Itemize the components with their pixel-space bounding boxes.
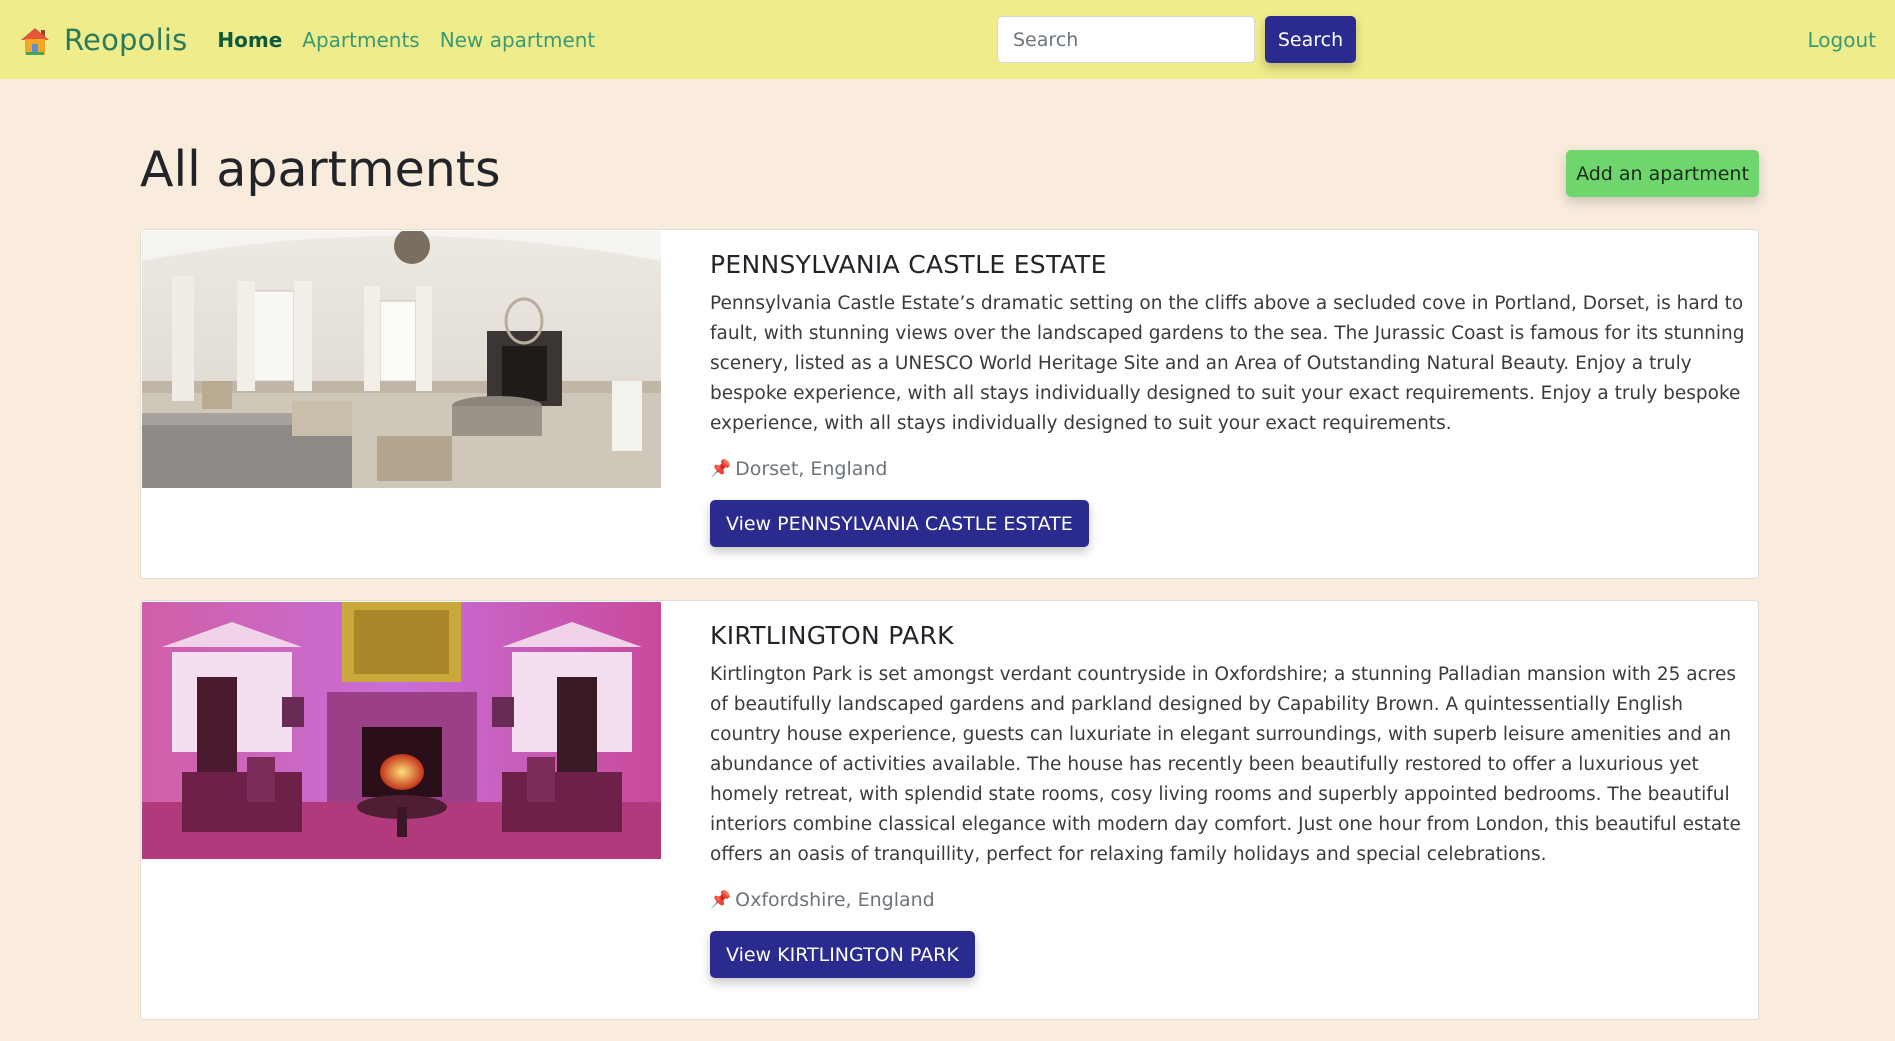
navbar: Reopolis Home Apartments New apartment S…	[0, 0, 1895, 79]
view-apartment-button[interactable]: View PENNSYLVANIA CASTLE ESTATE	[710, 500, 1089, 547]
apartment-card: PENNSYLVANIA CASTLE ESTATE Pennsylvania …	[140, 229, 1759, 579]
card-body: PENNSYLVANIA CASTLE ESTATE Pennsylvania …	[710, 250, 1745, 547]
nav-apartments[interactable]: Apartments	[302, 28, 419, 52]
apartment-card: KIRTLINGTON PARK Kirtlington Park is set…	[140, 600, 1759, 1020]
apartment-description: Kirtlington Park is set amongst verdant …	[710, 664, 1741, 865]
page-title: All apartments	[140, 141, 501, 198]
pushpin-icon: 📌	[710, 890, 732, 910]
apartment-description: Pennsylvania Castle Estate’s dramatic se…	[710, 293, 1745, 434]
location-text: Oxfordshire, England	[735, 889, 935, 911]
pushpin-icon: 📌	[710, 459, 732, 479]
apartment-title: PENNSYLVANIA CASTLE ESTATE	[710, 250, 1107, 279]
apartment-location: 📌 Oxfordshire, England	[710, 889, 1745, 911]
view-apartment-button[interactable]: View KIRTLINGTON PARK	[710, 931, 975, 978]
main-content: All apartments Add an apartment PENNSYLV…	[140, 79, 1759, 1041]
apartment-title: KIRTLINGTON PARK	[710, 621, 954, 650]
search-input[interactable]	[997, 16, 1255, 63]
card-body: KIRTLINGTON PARK Kirtlington Park is set…	[710, 621, 1745, 978]
brand-link[interactable]: Reopolis	[19, 23, 187, 57]
location-text: Dorset, England	[735, 458, 888, 480]
nav-links: Home Apartments New apartment	[217, 28, 615, 52]
apartment-image	[142, 231, 661, 488]
house-icon	[21, 27, 49, 55]
brand-name: Reopolis	[64, 22, 188, 57]
nav-new-apartment[interactable]: New apartment	[440, 28, 596, 52]
search-button[interactable]: Search	[1265, 16, 1356, 63]
apartment-image	[142, 602, 661, 859]
add-apartment-button[interactable]: Add an apartment	[1566, 150, 1759, 197]
apartment-location: 📌 Dorset, England	[710, 458, 1745, 480]
page-header: All apartments Add an apartment	[140, 79, 1759, 229]
logout-link[interactable]: Logout	[1808, 28, 1876, 52]
nav-home[interactable]: Home	[217, 28, 282, 52]
search-form: Search	[997, 16, 1356, 63]
